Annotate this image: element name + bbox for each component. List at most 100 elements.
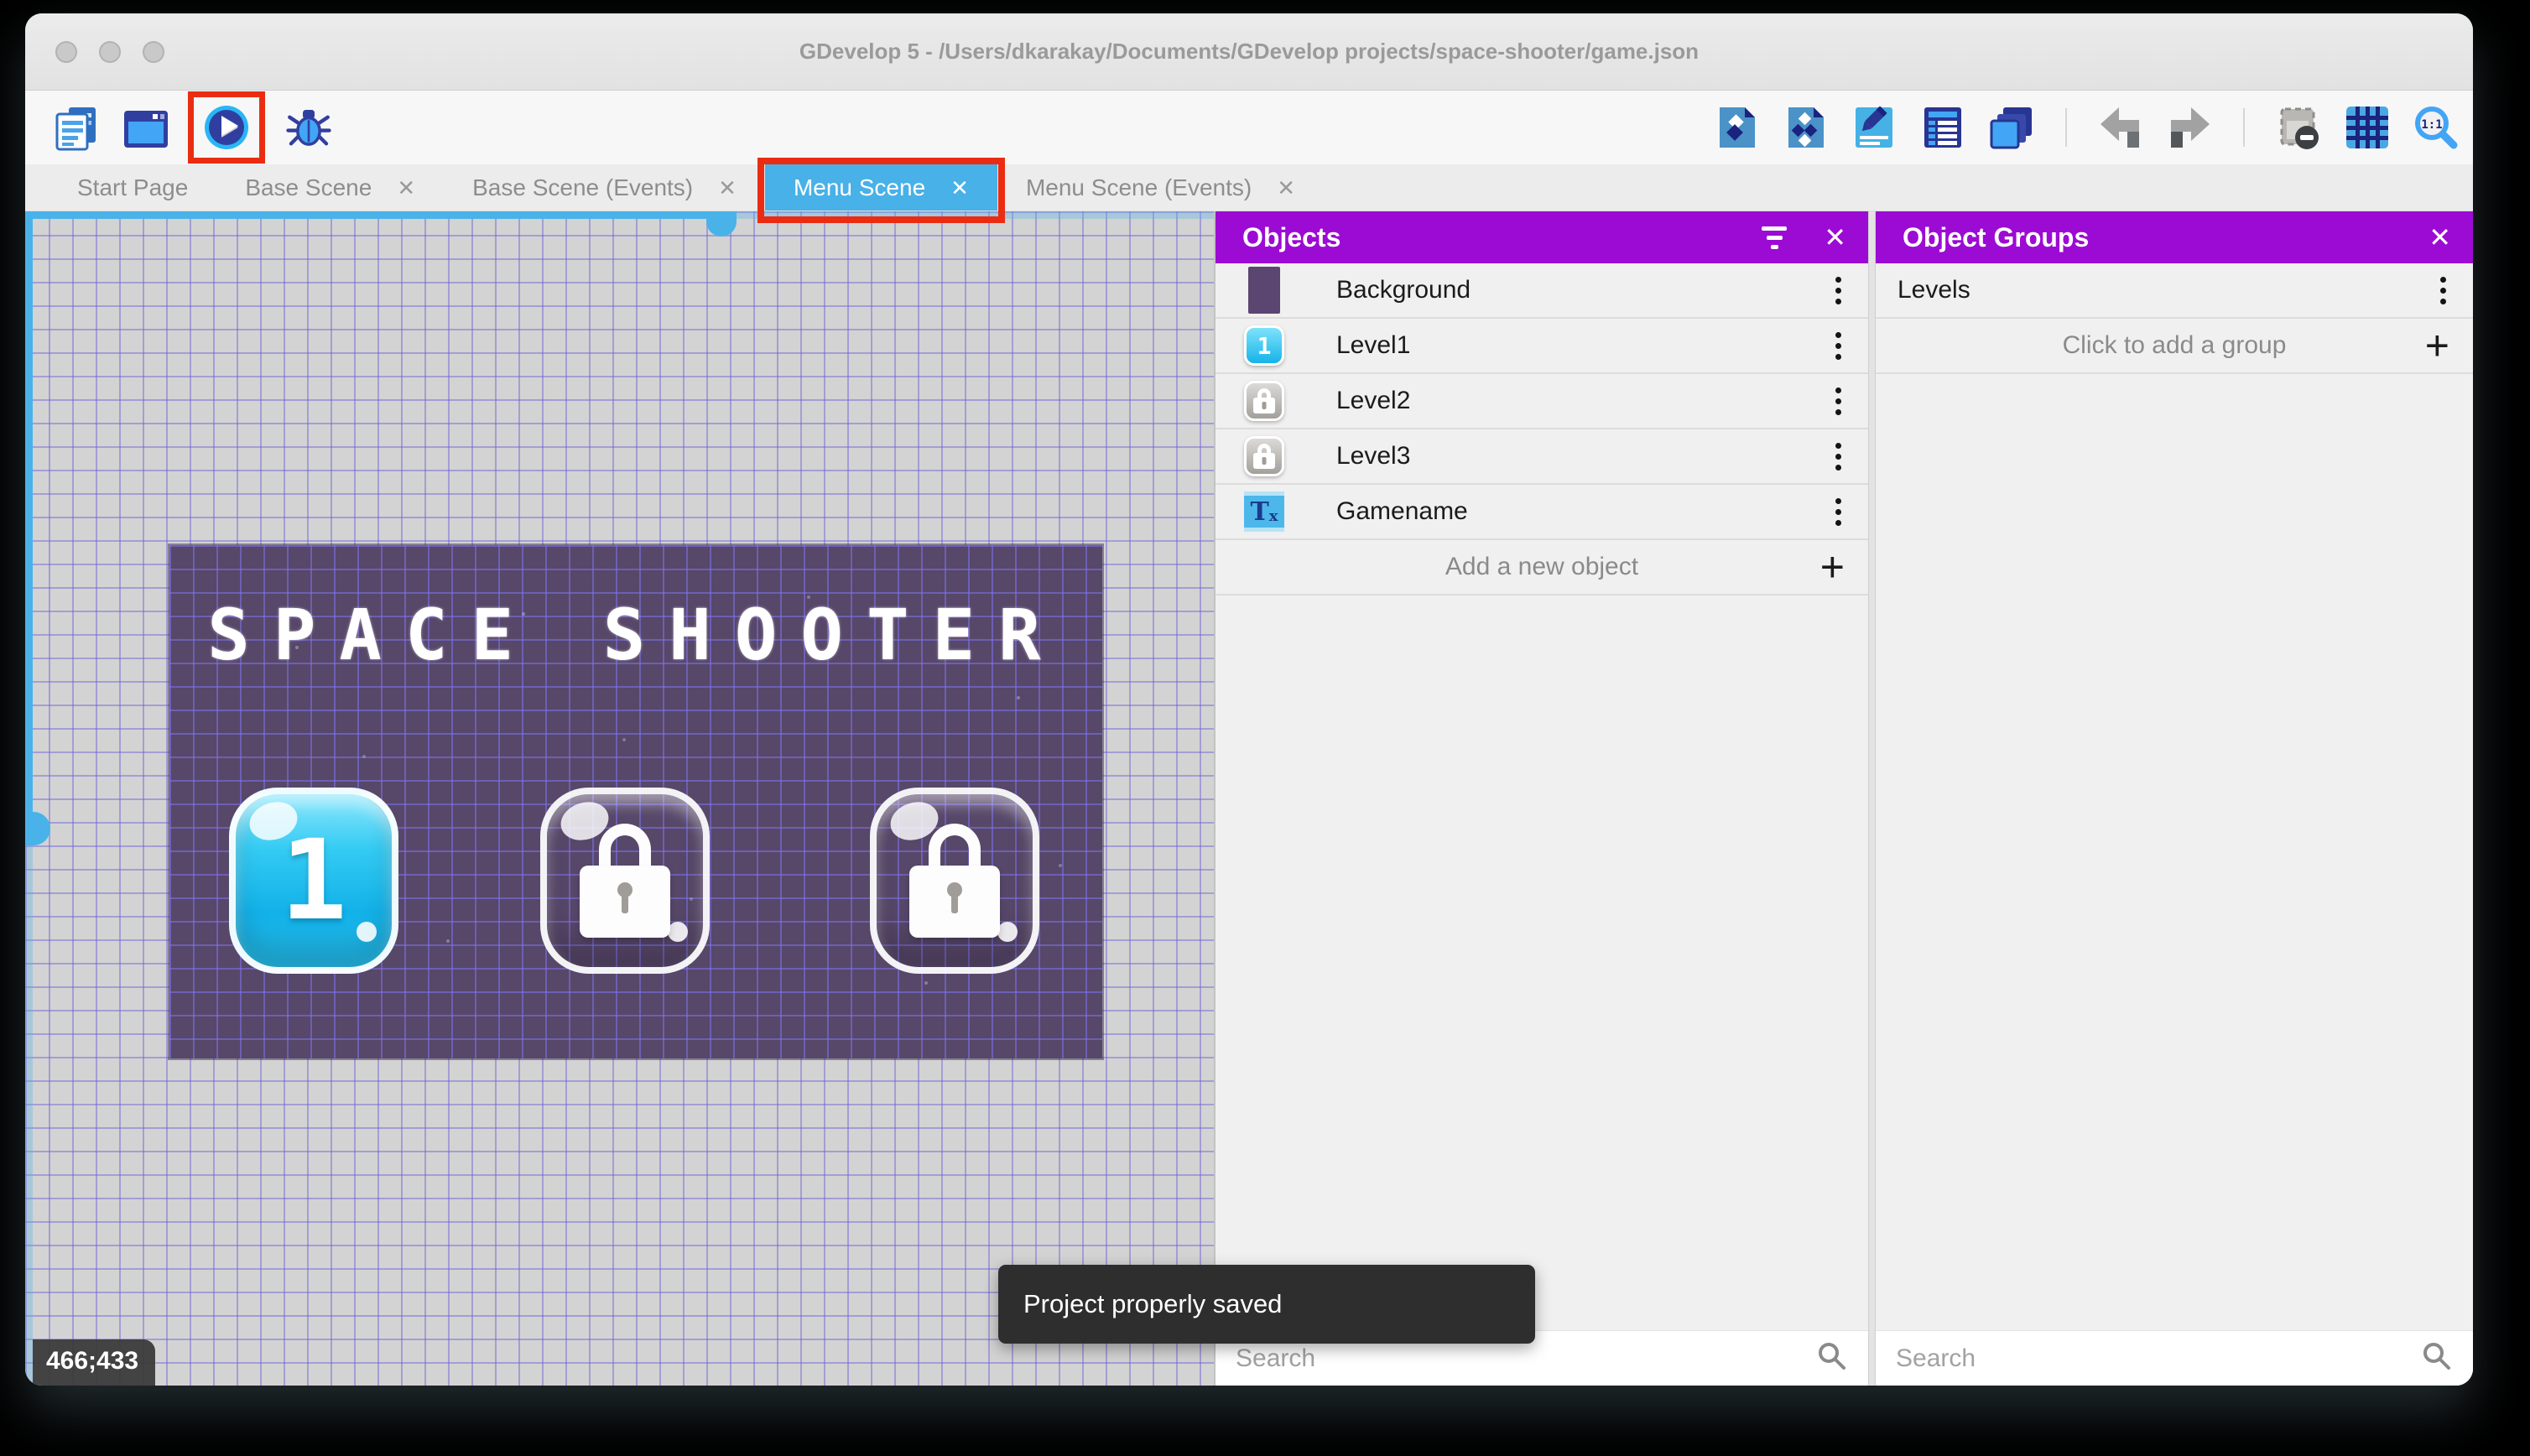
object-name: Background (1336, 276, 1471, 304)
export-object-icon[interactable] (1711, 102, 1762, 153)
object-menu-icon[interactable] (1830, 327, 1846, 365)
add-new-object-button[interactable]: Add a new object + (1216, 540, 1868, 595)
redo-icon[interactable] (2164, 102, 2215, 153)
save-toast: Project properly saved (998, 1265, 1535, 1344)
svg-text:1:1: 1:1 (2421, 118, 2442, 132)
object-row-gamename[interactable]: Tx Gamename (1216, 485, 1868, 540)
object-row-background[interactable]: Background (1216, 263, 1868, 319)
toast-message: Project properly saved (1023, 1289, 1283, 1318)
level3-locked-button-object[interactable] (870, 788, 1039, 974)
level1-number: 1 (280, 816, 347, 945)
locked-button-thumbnail (1241, 377, 1288, 425)
zoom-1-1-icon[interactable]: 1:1 (2411, 102, 2461, 153)
minimize-window-button[interactable] (99, 40, 121, 63)
cursor-coordinates-badge: 466;433 (33, 1339, 156, 1386)
object-name: Gamename (1336, 497, 1468, 525)
plus-icon: + (2424, 322, 2449, 369)
vertical-scrollbar[interactable] (25, 211, 50, 1386)
objects-search-input[interactable] (1236, 1344, 1806, 1373)
group-menu-icon[interactable] (2435, 272, 2451, 309)
properties-icon[interactable] (1849, 102, 1899, 153)
tab-label: Start Page (77, 174, 189, 200)
filter-icon[interactable] (1762, 226, 1788, 249)
play-icon[interactable] (201, 102, 252, 153)
horizontal-scroll-thumb[interactable] (706, 211, 737, 237)
panel-divider[interactable] (1868, 211, 1876, 1386)
scene-window-icon[interactable] (119, 102, 169, 153)
object-row-level1[interactable]: 1 Level1 (1216, 319, 1868, 374)
objects-panel-header: Objects ✕ (1216, 211, 1868, 263)
tab-label: Base Scene (245, 174, 372, 200)
object-name: Level3 (1336, 442, 1411, 470)
close-window-button[interactable] (55, 40, 77, 63)
object-name: Level2 (1336, 387, 1411, 414)
object-row-level3[interactable]: Level3 (1216, 429, 1868, 485)
group-row-levels[interactable]: Levels (1876, 263, 2473, 319)
project-manager-icon[interactable] (50, 102, 101, 153)
tab-menu-scene[interactable]: Menu Scene ✕ (757, 158, 1005, 223)
toolbar-separator (2065, 108, 2067, 147)
locked-button-thumbnail (1241, 432, 1288, 481)
toolbar: 1:1 (25, 91, 2473, 164)
tab-close-icon[interactable]: ✕ (718, 177, 737, 199)
object-menu-icon[interactable] (1830, 382, 1846, 420)
tab-close-icon[interactable]: ✕ (397, 177, 415, 199)
close-objects-panel-icon[interactable]: ✕ (1824, 224, 1846, 251)
add-group-button[interactable]: Click to add a group + (1876, 319, 2473, 374)
object-name: Level1 (1336, 331, 1411, 359)
horizontal-scrollbar[interactable] (25, 211, 1214, 237)
level1-button-object[interactable]: 1 (229, 788, 398, 974)
object-groups-panel-header: Object Groups ✕ (1876, 211, 2473, 263)
object-menu-icon[interactable] (1830, 493, 1846, 531)
layers-icon[interactable] (1986, 102, 2037, 153)
scene-editor-canvas[interactable]: SPACE SHOOTER 1 466;433 (25, 211, 1214, 1386)
close-object-groups-panel-icon[interactable]: ✕ (2428, 224, 2451, 251)
scene-title-text-object[interactable]: SPACE SHOOTER (169, 594, 1102, 676)
gdevelop-window: GDevelop 5 - /Users/dkarakay/Documents/G… (25, 13, 2473, 1386)
objects-panel-title: Objects (1242, 221, 1341, 252)
plus-icon: + (1819, 543, 1845, 590)
mask-toggle-icon[interactable] (2273, 102, 2324, 153)
grid-toggle-icon[interactable] (2342, 102, 2392, 153)
debug-icon[interactable] (284, 102, 334, 153)
instances-list-icon[interactable] (1918, 102, 1968, 153)
toolbar-left (50, 91, 334, 164)
tab-close-icon[interactable]: ✕ (1277, 177, 1295, 199)
groups-search-bar (1876, 1330, 2473, 1386)
tab-label: Base Scene (Events) (472, 174, 694, 200)
lock-icon (908, 824, 1002, 938)
lock-icon (578, 824, 672, 938)
tab-base-scene-events[interactable]: Base Scene (Events) ✕ (444, 164, 765, 211)
level-button-thumbnail: 1 (1241, 321, 1288, 370)
level2-locked-button-object[interactable] (540, 788, 710, 974)
undo-icon[interactable] (2095, 102, 2146, 153)
game-scene-preview[interactable]: SPACE SHOOTER 1 (169, 545, 1102, 1058)
tab-label: Menu Scene (Events) (1025, 174, 1252, 200)
tab-bar: Start Page Base Scene ✕ Base Scene (Even… (25, 158, 2473, 223)
tab-label: Menu Scene (793, 174, 926, 200)
zoom-window-button[interactable] (143, 40, 164, 63)
object-menu-icon[interactable] (1830, 272, 1846, 309)
object-row-level2[interactable]: Level2 (1216, 374, 1868, 429)
search-icon[interactable] (1816, 1340, 1848, 1376)
tab-base-scene[interactable]: Base Scene ✕ (216, 164, 444, 211)
toolbar-right: 1:1 (1711, 102, 2461, 153)
tab-start-page[interactable]: Start Page (49, 164, 216, 211)
search-icon[interactable] (2421, 1340, 2453, 1376)
object-groups-panel-title: Object Groups (1903, 221, 2090, 252)
add-new-object-label: Add a new object (1445, 553, 1639, 580)
group-name: Levels (1898, 276, 1970, 304)
toolbar-separator (2243, 108, 2245, 147)
groups-search-input[interactable] (1896, 1344, 2411, 1373)
vertical-scroll-thumb[interactable] (25, 812, 50, 845)
tab-menu-scene-events[interactable]: Menu Scene (Events) ✕ (997, 164, 1324, 211)
text-object-thumbnail: Tx (1241, 487, 1288, 536)
object-groups-icon[interactable] (1780, 102, 1830, 153)
main-area: SPACE SHOOTER 1 466;433 Objects ✕ Backgr… (25, 211, 2473, 1386)
titlebar: GDevelop 5 - /Users/dkarakay/Documents/G… (25, 13, 2473, 91)
tab-close-icon[interactable]: ✕ (950, 177, 969, 199)
traffic-lights (55, 13, 164, 90)
object-menu-icon[interactable] (1830, 438, 1846, 476)
window-title: GDevelop 5 - /Users/dkarakay/Documents/G… (799, 39, 1700, 64)
object-groups-panel: Object Groups ✕ Levels Click to add a gr… (1876, 211, 2473, 1386)
